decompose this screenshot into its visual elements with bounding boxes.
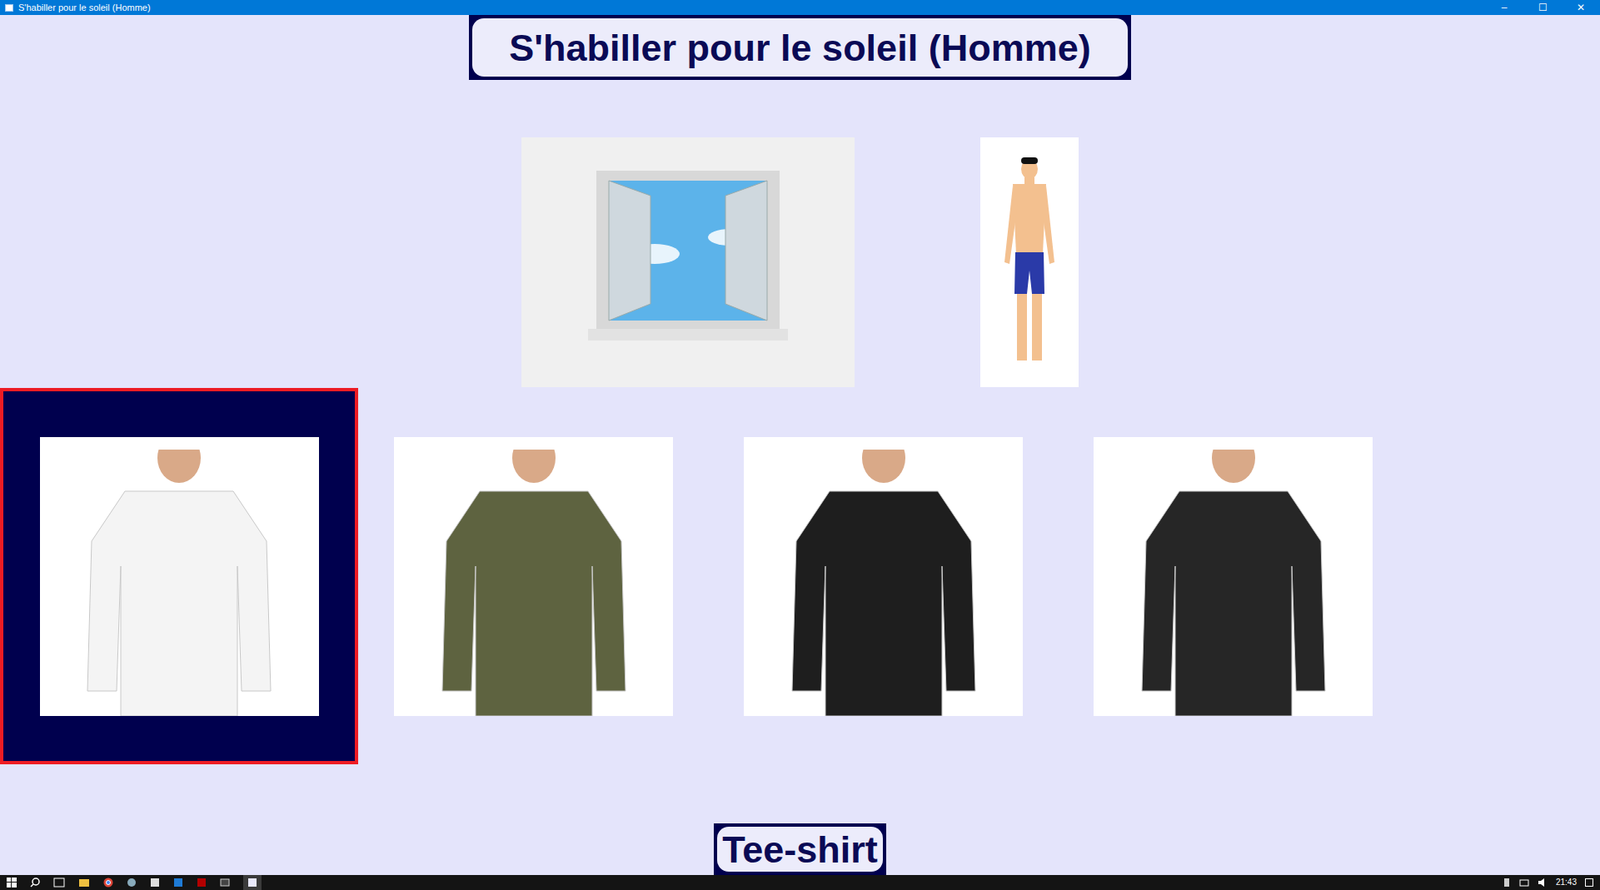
- clothing-picture: [39, 437, 320, 717]
- taskbar-apps: [6, 875, 262, 890]
- window-control-button[interactable]: –: [1485, 0, 1524, 15]
- garment-icon: [74, 449, 284, 717]
- volume-icon[interactable]: [1537, 877, 1548, 888]
- clothing-item[interactable]: [0, 388, 359, 765]
- paint-icon[interactable]: [126, 877, 137, 888]
- garment-icon: [1129, 449, 1338, 717]
- tray-icon[interactable]: [1502, 877, 1511, 888]
- folder-icon[interactable]: [78, 877, 90, 888]
- window-controls: –☐✕: [1485, 0, 1600, 15]
- webstorm-icon[interactable]: [173, 877, 184, 888]
- search-icon[interactable]: [29, 877, 40, 888]
- window-title: S'habiller pour le soleil (Homme): [18, 3, 151, 13]
- title-bar: S'habiller pour le soleil (Homme) –☐✕: [0, 0, 1600, 15]
- main-area: S'habiller pour le soleil (Homme) Tee-shi…: [0, 14, 1600, 876]
- task-view-icon[interactable]: [53, 877, 65, 888]
- clothing-picture: [393, 437, 673, 717]
- clock[interactable]: 21:43: [1555, 878, 1577, 888]
- title-area: S'habiller pour le soleil (Homme): [4, 3, 151, 13]
- caption: Tee-shirt: [722, 831, 878, 869]
- taskbar: 21:43: [0, 875, 1600, 890]
- filezilla-icon[interactable]: [196, 877, 207, 888]
- heading-frame: S'habiller pour le soleil (Homme): [468, 14, 1132, 80]
- system-tray: 21:43: [1502, 877, 1594, 888]
- running-app-icon[interactable]: [243, 875, 262, 890]
- heading: S'habiller pour le soleil (Homme): [508, 29, 1091, 67]
- clothing-item[interactable]: [393, 437, 673, 717]
- figure-picture: [980, 137, 1079, 388]
- terminal-icon[interactable]: [219, 877, 230, 888]
- caption-frame: Tee-shirt: [713, 823, 887, 876]
- clothing-item[interactable]: [743, 437, 1023, 717]
- man-figure-icon: [996, 154, 1063, 371]
- network-icon[interactable]: [1519, 877, 1530, 888]
- caption-box: Tee-shirt: [717, 827, 883, 873]
- clothing-picture: [743, 437, 1023, 717]
- app-icon: [4, 4, 14, 12]
- clothes-row: [0, 388, 1373, 765]
- scene-row: [521, 137, 1079, 388]
- garment-icon: [429, 449, 639, 717]
- garment-icon: [779, 449, 988, 717]
- app-icon[interactable]: [149, 877, 160, 888]
- window-control-button[interactable]: ☐: [1523, 0, 1562, 15]
- chrome-icon[interactable]: [103, 877, 114, 888]
- heading-box: S'habiller pour le soleil (Homme): [472, 18, 1128, 77]
- open-window-icon: [563, 162, 813, 363]
- windows-start-icon[interactable]: [6, 877, 17, 888]
- clothing-picture: [1093, 437, 1373, 717]
- clothing-item[interactable]: [1093, 437, 1373, 717]
- notification-icon[interactable]: [1585, 878, 1594, 888]
- window-control-button[interactable]: ✕: [1561, 0, 1600, 15]
- weather-picture: [521, 137, 855, 388]
